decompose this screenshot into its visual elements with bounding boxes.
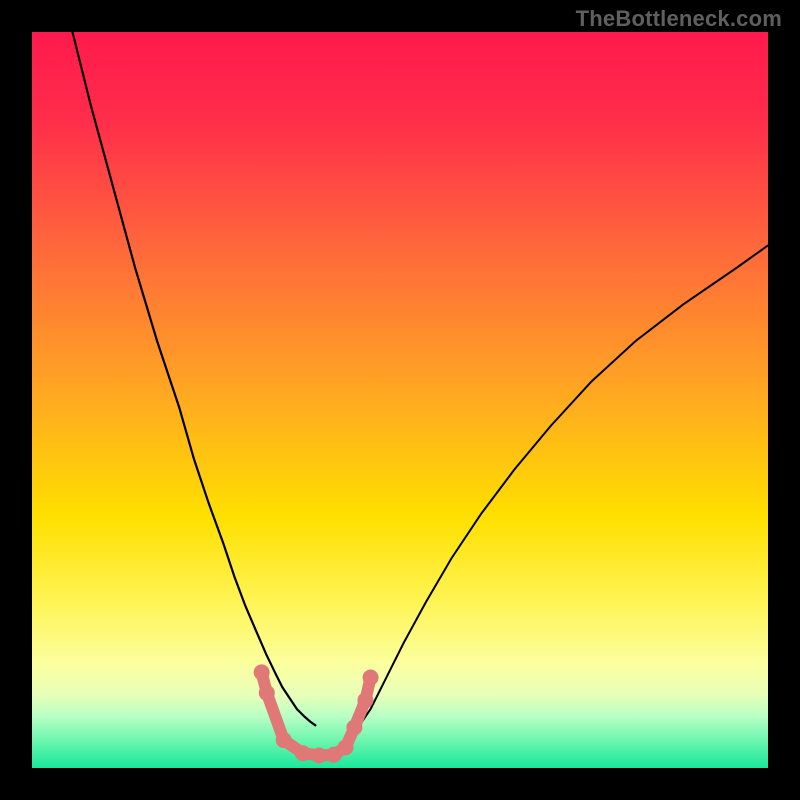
marker-dot bbox=[259, 685, 275, 701]
marker-dot bbox=[295, 745, 311, 761]
right-curve bbox=[360, 245, 768, 725]
left-curve bbox=[72, 32, 315, 725]
marker-dot bbox=[363, 669, 379, 685]
plot-area bbox=[32, 32, 768, 768]
marker-dot bbox=[338, 739, 354, 755]
watermark-text: TheBottleneck.com bbox=[576, 6, 782, 32]
marker-dot bbox=[346, 720, 362, 736]
marker-dot bbox=[311, 747, 327, 763]
chart-frame: TheBottleneck.com bbox=[0, 0, 800, 800]
marker-dot bbox=[254, 664, 270, 680]
curves-layer bbox=[32, 32, 768, 768]
marker-dot bbox=[276, 732, 292, 748]
marker-dot bbox=[357, 692, 373, 708]
